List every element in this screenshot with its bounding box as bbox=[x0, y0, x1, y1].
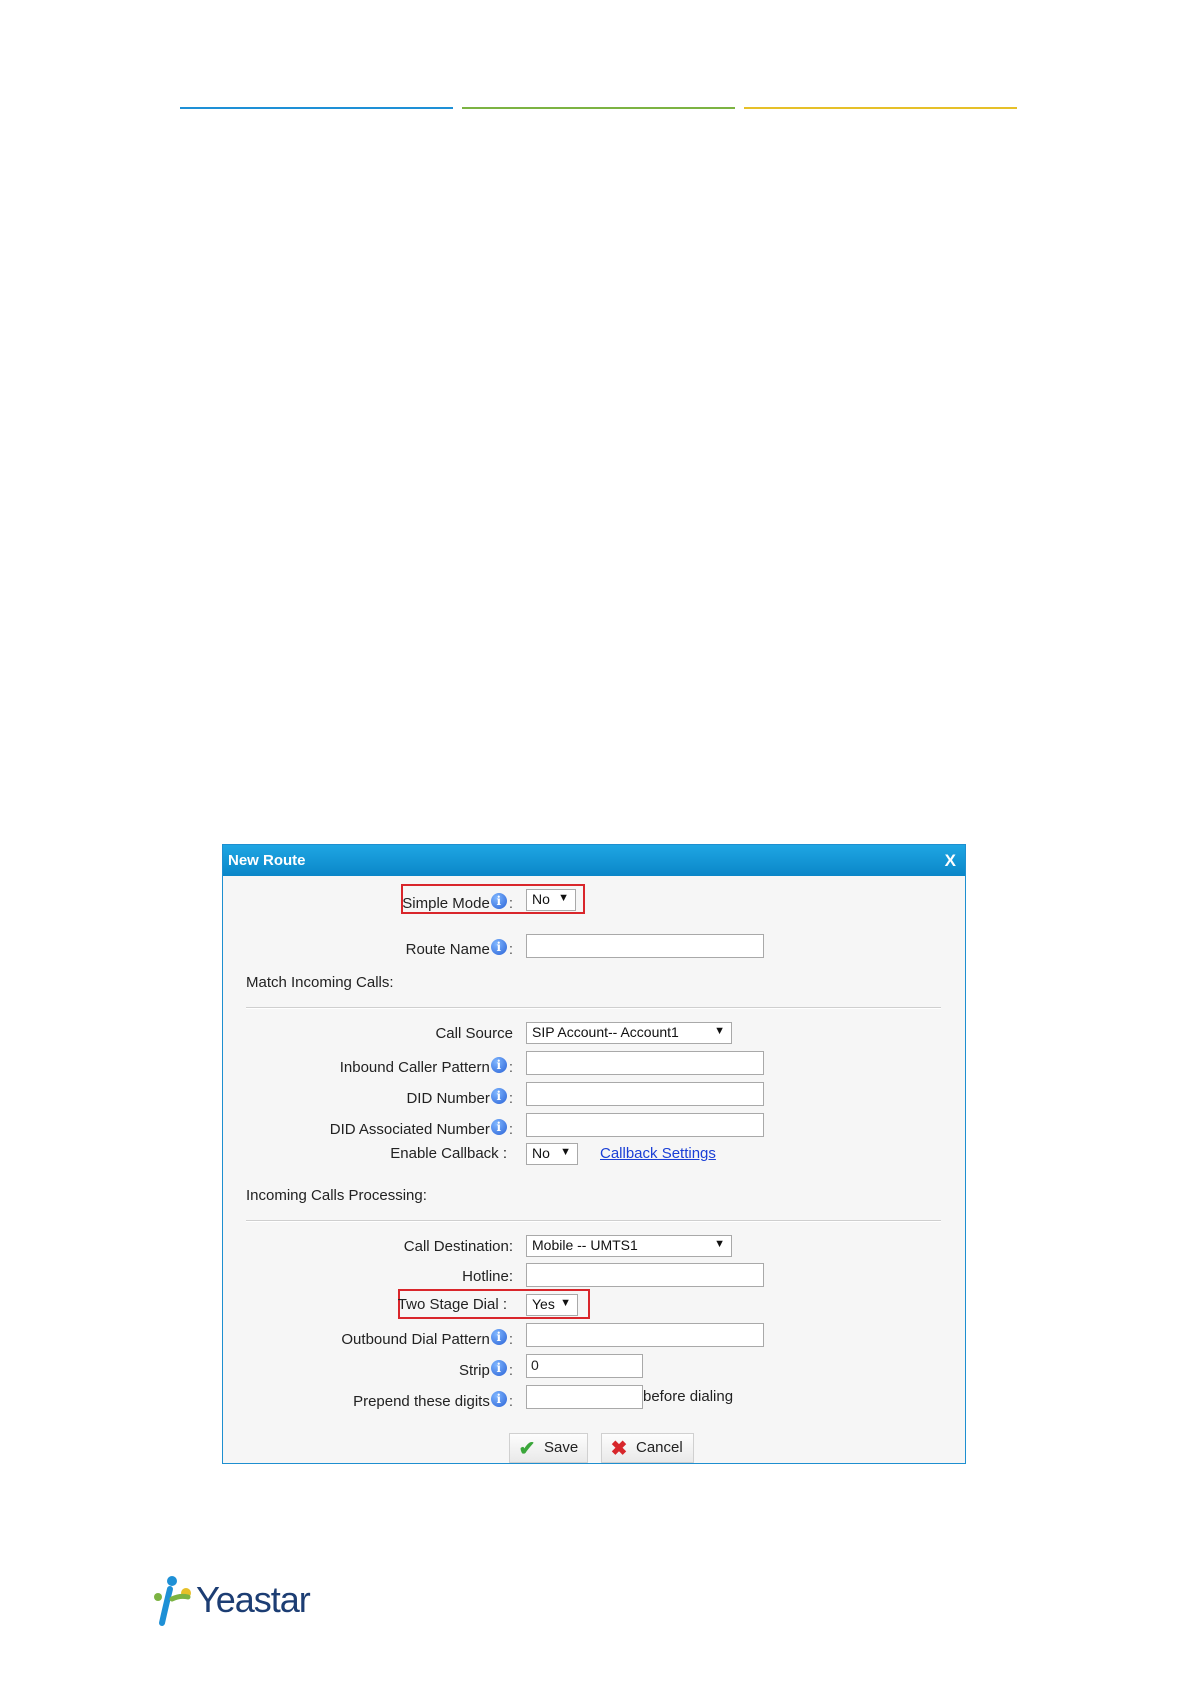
call-source-label: Call Source bbox=[435, 1025, 513, 1042]
outbound-dial-pattern-label: Outbound Dial Pattern i: bbox=[341, 1329, 513, 1348]
did-number-label: DID Number i: bbox=[406, 1088, 513, 1107]
info-icon[interactable]: i bbox=[490, 1329, 507, 1345]
cancel-button[interactable]: ✖ Cancel bbox=[601, 1433, 694, 1463]
section-divider bbox=[246, 1007, 941, 1009]
two-stage-dial-label: Two Stage Dial : bbox=[397, 1296, 507, 1313]
dialog-title: New Route bbox=[228, 852, 306, 869]
info-icon[interactable]: i bbox=[490, 1360, 507, 1376]
dropdown-arrow-icon: ▼ bbox=[714, 1025, 725, 1037]
outbound-dial-pattern-input[interactable] bbox=[526, 1323, 764, 1347]
header-rule-blue bbox=[180, 107, 453, 109]
yeastar-logo-text: Yeastar bbox=[196, 1579, 311, 1620]
yeastar-logo-mark bbox=[154, 1576, 191, 1626]
simple-mode-label: Simple Mode i: bbox=[402, 893, 513, 912]
header-rule-yellow bbox=[744, 107, 1017, 109]
dropdown-arrow-icon: ▼ bbox=[714, 1238, 725, 1250]
cross-icon: ✖ bbox=[610, 1438, 628, 1460]
enable-callback-select[interactable]: No ▼ bbox=[526, 1143, 578, 1165]
call-destination-label: Call Destination: bbox=[403, 1238, 513, 1255]
strip-label: Strip i: bbox=[458, 1360, 513, 1379]
strip-input[interactable]: 0 bbox=[526, 1354, 643, 1378]
yeastar-logo: Yeastar bbox=[152, 1575, 322, 1626]
info-icon[interactable]: i bbox=[490, 1391, 507, 1407]
hotline-label: Hotline: bbox=[462, 1268, 513, 1285]
dialog-titlebar: New Route X bbox=[223, 845, 965, 876]
call-source-select[interactable]: SIP Account-- Account1 ▼ bbox=[526, 1022, 732, 1044]
did-number-input[interactable] bbox=[526, 1082, 764, 1106]
route-name-input[interactable] bbox=[526, 934, 764, 958]
info-icon[interactable]: i bbox=[490, 1057, 507, 1073]
enable-callback-label: Enable Callback : bbox=[390, 1145, 507, 1162]
did-associated-number-label: DID Associated Number i: bbox=[329, 1119, 513, 1138]
prepend-digits-label: Prepend these digits i: bbox=[353, 1391, 513, 1410]
inbound-caller-pattern-input[interactable] bbox=[526, 1051, 764, 1075]
match-incoming-calls-heading: Match Incoming Calls: bbox=[246, 974, 394, 991]
did-associated-number-input[interactable] bbox=[526, 1113, 764, 1137]
route-name-label: Route Name i: bbox=[405, 939, 513, 958]
incoming-calls-processing-heading: Incoming Calls Processing: bbox=[246, 1187, 427, 1204]
dropdown-arrow-icon: ▼ bbox=[558, 892, 569, 904]
info-icon[interactable]: i bbox=[490, 939, 507, 955]
prepend-digits-input[interactable] bbox=[526, 1385, 643, 1409]
simple-mode-select[interactable]: No ▼ bbox=[526, 889, 576, 911]
dropdown-arrow-icon: ▼ bbox=[560, 1146, 571, 1158]
hotline-input[interactable] bbox=[526, 1263, 764, 1287]
save-button[interactable]: ✔ Save bbox=[509, 1433, 588, 1463]
checkmark-icon: ✔ bbox=[518, 1438, 536, 1460]
info-icon[interactable]: i bbox=[490, 1088, 507, 1104]
info-icon[interactable]: i bbox=[490, 1119, 507, 1135]
call-destination-select[interactable]: Mobile -- UMTS1 ▼ bbox=[526, 1235, 732, 1257]
close-icon[interactable]: X bbox=[945, 851, 956, 871]
new-route-dialog: New Route X Simple Mode i: No ▼ Route Name… bbox=[222, 844, 966, 1464]
before-dialing-text: before dialing bbox=[643, 1388, 734, 1405]
header-rule-green bbox=[462, 107, 735, 109]
info-icon[interactable]: i bbox=[490, 893, 507, 909]
callback-settings-link[interactable]: Callback Settings bbox=[600, 1145, 716, 1162]
dropdown-arrow-icon: ▼ bbox=[560, 1297, 571, 1309]
section-divider bbox=[246, 1220, 941, 1222]
inbound-caller-pattern-label: Inbound Caller Pattern i: bbox=[339, 1057, 513, 1076]
two-stage-dial-select[interactable]: Yes ▼ bbox=[526, 1294, 578, 1316]
